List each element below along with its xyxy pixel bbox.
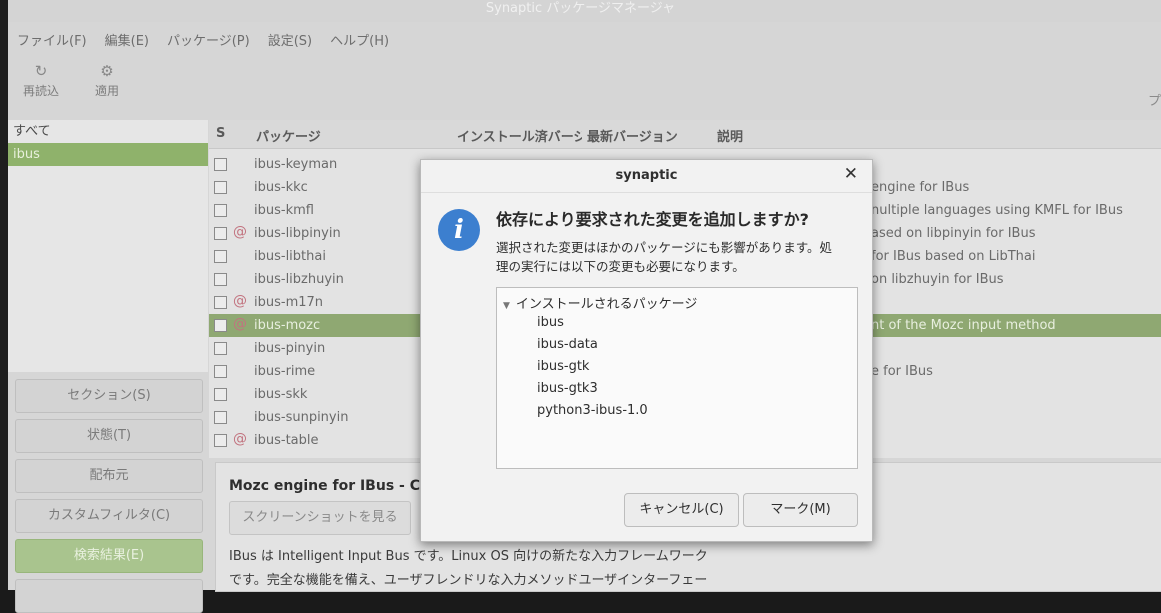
package-checkbox[interactable] [214,250,227,263]
package-checkbox[interactable] [214,181,227,194]
tree-item[interactable]: ibus [537,315,564,330]
package-checkbox[interactable] [214,365,227,378]
reload-button[interactable]: ↻ 再読込 [8,60,74,114]
menu-bar: ファイル(F) 編集(E) パッケージ(P) 設定(S) ヘルプ(H) [8,24,398,52]
package-name: ibus-mozc [254,318,321,333]
mark-button[interactable]: マーク(M) [743,493,858,527]
column-package[interactable]: パッケージ [256,126,321,145]
dialog-message: 選択された変更はほかのパッケージにも影響があります。処 理の実行には以下の変更も… [496,238,856,276]
column-status[interactable]: S [216,126,225,141]
package-checkbox[interactable] [214,342,227,355]
package-name: ibus-skk [254,387,308,402]
package-name: ibus-keyman [254,157,338,172]
tree-group-label: インストールされるパッケージ [515,297,698,312]
package-checkbox[interactable] [214,434,227,447]
package-description: e for IBus [871,364,933,379]
expander-arrow-icon[interactable]: ▼ [503,301,510,311]
architecture-button[interactable] [15,579,203,613]
view-screenshot-button[interactable]: スクリーンショットを見る [229,501,411,535]
debian-icon: @ [233,316,247,332]
apply-button[interactable]: ⚙ 適用 [74,60,140,114]
tree-item[interactable]: ibus-gtk3 [537,381,598,396]
package-description: nt of the Mozc input method [871,318,1056,333]
package-details-text: IBus は Intelligent Input Bus です。Linux OS… [229,545,829,593]
package-description: nultiple languages using KMFL for IBus [871,203,1123,218]
search-results-button[interactable]: 検索結果(E) [15,539,203,573]
package-checkbox[interactable] [214,204,227,217]
package-list-header: S パッケージ インストール済バージョン 最新バージョン 説明 [209,120,1161,149]
menu-help[interactable]: ヘルプ(H) [321,24,398,52]
package-description: for IBus based on LibThai [871,249,1036,264]
status-button[interactable]: 状態(T) [15,419,203,453]
package-name: ibus-libzhuyin [254,272,344,287]
package-details-line: IBus は Intelligent Input Bus です。Linux OS… [229,549,708,564]
column-description[interactable]: 説明 [717,126,743,145]
package-checkbox[interactable] [214,411,227,424]
package-name: ibus-kmfl [254,203,314,218]
package-name: ibus-sunpinyin [254,410,349,425]
apply-label: 適用 [94,84,119,98]
changes-tree[interactable]: ▼ インストールされるパッケージ ibus ibus-data ibus-gtk … [496,287,858,469]
category-all[interactable]: すべて [8,120,208,143]
package-description: ased on libpinyin for IBus [871,226,1036,241]
package-checkbox[interactable] [214,227,227,240]
sections-button[interactable]: セクション(S) [15,379,203,413]
package-checkbox[interactable] [214,273,227,286]
cancel-button[interactable]: キャンセル(C) [624,493,739,527]
info-icon: i [438,209,480,251]
package-name: ibus-pinyin [254,341,326,356]
package-name: ibus-libpinyin [254,226,341,241]
package-details-title: Mozc engine for IBus - Clie [229,478,440,494]
column-latest-version[interactable]: 最新バージョン [587,126,678,145]
menu-settings[interactable]: 設定(S) [259,24,321,52]
package-description: on libzhuyin for IBus [871,272,1004,287]
package-name: ibus-libthai [254,249,326,264]
package-name: ibus-kkc [254,180,308,195]
refresh-icon: ↻ [34,62,48,80]
tree-item[interactable]: ibus-data [537,337,598,352]
sidebar: すべて ibus セクション(S) 状態(T) 配布元 カスタムフィルタ(C) … [8,120,208,613]
category-list: すべて ibus [8,120,208,372]
package-checkbox[interactable] [214,158,227,171]
desktop-edge [0,0,8,590]
tree-group-to-install[interactable]: ▼ インストールされるパッケージ [503,293,697,312]
package-details-line: です。完全な機能を備え、ユーザフレンドリな入力メソッドユーザインターフェー [229,573,708,588]
package-description: engine for IBus [871,180,970,195]
gear-icon: ⚙ [100,62,114,80]
dialog-heading: 依存により要求された変更を追加しますか? [496,210,809,229]
debian-icon: @ [233,293,247,309]
close-icon[interactable]: ✕ [844,164,858,184]
origin-button[interactable]: 配布元 [15,459,203,493]
debian-icon: @ [233,224,247,240]
custom-filter-button[interactable]: カスタムフィルタ(C) [15,499,203,533]
column-installed-version[interactable]: インストール済バージョン [457,126,582,145]
tree-item[interactable]: ibus-gtk [537,359,589,374]
menu-package[interactable]: パッケージ(P) [158,24,259,52]
package-name: ibus-table [254,433,319,448]
package-name: ibus-rime [254,364,316,379]
tree-item[interactable]: python3-ibus-1.0 [537,403,648,418]
category-ibus[interactable]: ibus [8,143,208,166]
package-checkbox[interactable] [214,388,227,401]
dialog-message-line: 選択された変更はほかのパッケージにも影響があります。処 [496,240,833,255]
package-name: ibus-m17n [254,295,324,310]
dependency-dialog: synaptic ✕ i 依存により要求された変更を追加しますか? 選択された変… [420,159,873,542]
menu-file[interactable]: ファイル(F) [8,24,96,52]
dialog-title: synaptic [421,160,872,193]
package-checkbox[interactable] [214,296,227,309]
toolbar: ↻ 再読込 ⚙ 適用 [8,60,140,114]
reload-label: 再読込 [22,84,59,98]
dialog-message-line: 理の実行には以下の変更も必要になります。 [496,259,745,274]
menu-edit[interactable]: 編集(E) [96,24,158,52]
window-title: Synaptic パッケージマネージャ [0,0,1161,22]
toolbar-truncated-label: プ [1147,94,1161,109]
debian-icon: @ [233,431,247,447]
package-checkbox[interactable] [214,319,227,332]
